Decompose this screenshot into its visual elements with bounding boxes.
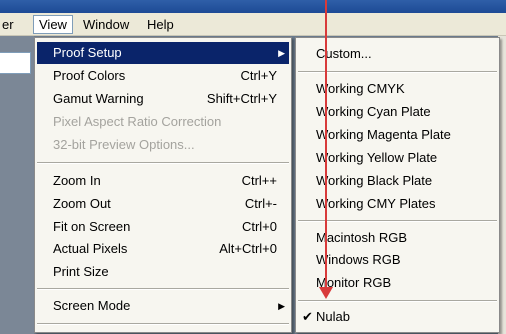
submenu-item-working-cmyk[interactable]: Working CMYK [298, 78, 497, 100]
menu-item-pixel-aspect-ratio: Pixel Aspect Ratio Correction [37, 111, 289, 133]
menu-item-label: Print Size [53, 264, 109, 279]
menu-item-label: Working CMY Plates [316, 196, 436, 211]
menu-separator [37, 323, 289, 325]
menu-item-zoom-out[interactable]: Zoom Out Ctrl+- [37, 193, 289, 215]
annotation-arrow-icon [325, 0, 327, 290]
menu-item-label: Zoom Out [53, 196, 111, 211]
submenu-item-working-cyan[interactable]: Working Cyan Plate [298, 101, 497, 123]
menu-item-gamut-warning[interactable]: Gamut Warning Shift+Ctrl+Y [37, 88, 289, 110]
menu-item-label: Nulab [316, 309, 350, 324]
menu-separator [298, 220, 497, 222]
submenu-item-working-magenta[interactable]: Working Magenta Plate [298, 124, 497, 146]
menu-view[interactable]: View [33, 15, 73, 34]
view-menu: Proof Setup ▶ Proof Colors Ctrl+Y Gamut … [34, 37, 292, 333]
menu-bar: er View Window Help [0, 13, 506, 36]
menu-help[interactable]: Help [142, 16, 179, 33]
submenu-item-macintosh-rgb[interactable]: Macintosh RGB [298, 227, 497, 249]
submenu-item-working-black[interactable]: Working Black Plate [298, 170, 497, 192]
submenu-item-working-yellow[interactable]: Working Yellow Plate [298, 147, 497, 169]
menu-item-label: Gamut Warning [53, 91, 144, 106]
menu-item-label: Working Magenta Plate [316, 127, 451, 142]
checkmark-icon: ✔ [302, 309, 313, 324]
menu-item-shortcut: Ctrl++ [241, 173, 277, 188]
menu-item-shortcut: Alt+Ctrl+0 [219, 241, 277, 256]
menu-item-32bit-preview: 32-bit Preview Options... [37, 134, 289, 156]
menu-item-label: 32-bit Preview Options... [53, 137, 195, 152]
menu-item-label: Proof Colors [53, 68, 126, 83]
menu-item-label: Windows RGB [316, 252, 401, 267]
submenu-item-windows-rgb[interactable]: Windows RGB [298, 249, 497, 271]
menu-separator [37, 162, 289, 164]
options-bar-field[interactable] [0, 52, 31, 74]
menu-bar-partial-item[interactable]: er [0, 16, 19, 33]
menu-item-screen-mode[interactable]: Screen Mode ▶ [37, 295, 289, 317]
menu-item-fit-on-screen[interactable]: Fit on Screen Ctrl+0 [37, 216, 289, 238]
title-bar-strip [0, 0, 506, 13]
menu-item-label: Macintosh RGB [316, 230, 408, 245]
menu-item-label: Working Black Plate [316, 173, 433, 188]
menu-item-print-size[interactable]: Print Size [37, 261, 289, 283]
submenu-arrow-icon: ▶ [278, 301, 285, 311]
menu-item-actual-pixels[interactable]: Actual Pixels Alt+Ctrl+0 [37, 238, 289, 260]
menu-separator [298, 300, 497, 302]
menu-item-shortcut: Shift+Ctrl+Y [206, 91, 277, 106]
menu-item-shortcut: Ctrl+0 [241, 219, 277, 234]
submenu-arrow-icon: ▶ [278, 48, 285, 58]
menu-item-shortcut: Ctrl+Y [240, 68, 277, 83]
menu-item-label: Fit on Screen [53, 219, 131, 234]
menu-separator [37, 288, 289, 290]
submenu-item-custom[interactable]: Custom... [298, 43, 497, 65]
menu-item-label: Working Yellow Plate [316, 150, 438, 165]
annotation-arrowhead-icon [319, 287, 333, 299]
menu-item-proof-setup[interactable]: Proof Setup ▶ [37, 42, 289, 64]
menu-item-shortcut: Ctrl+- [244, 196, 277, 211]
menu-window[interactable]: Window [78, 16, 134, 33]
submenu-item-working-cmy[interactable]: Working CMY Plates [298, 193, 497, 215]
menu-item-label: Actual Pixels [53, 241, 128, 256]
menu-item-label: Working CMYK [316, 81, 405, 96]
app-workspace-edge [0, 36, 34, 334]
menu-item-label: Proof Setup [53, 45, 122, 60]
submenu-item-nulab[interactable]: ✔ Nulab [298, 306, 497, 328]
menu-item-label: Working Cyan Plate [316, 104, 431, 119]
menu-item-zoom-in[interactable]: Zoom In Ctrl++ [37, 170, 289, 192]
menu-item-label: Pixel Aspect Ratio Correction [53, 114, 222, 129]
menu-item-label: Zoom In [53, 173, 101, 188]
menu-item-proof-colors[interactable]: Proof Colors Ctrl+Y [37, 65, 289, 87]
menu-separator [298, 71, 497, 73]
menu-item-label: Screen Mode [53, 298, 131, 313]
